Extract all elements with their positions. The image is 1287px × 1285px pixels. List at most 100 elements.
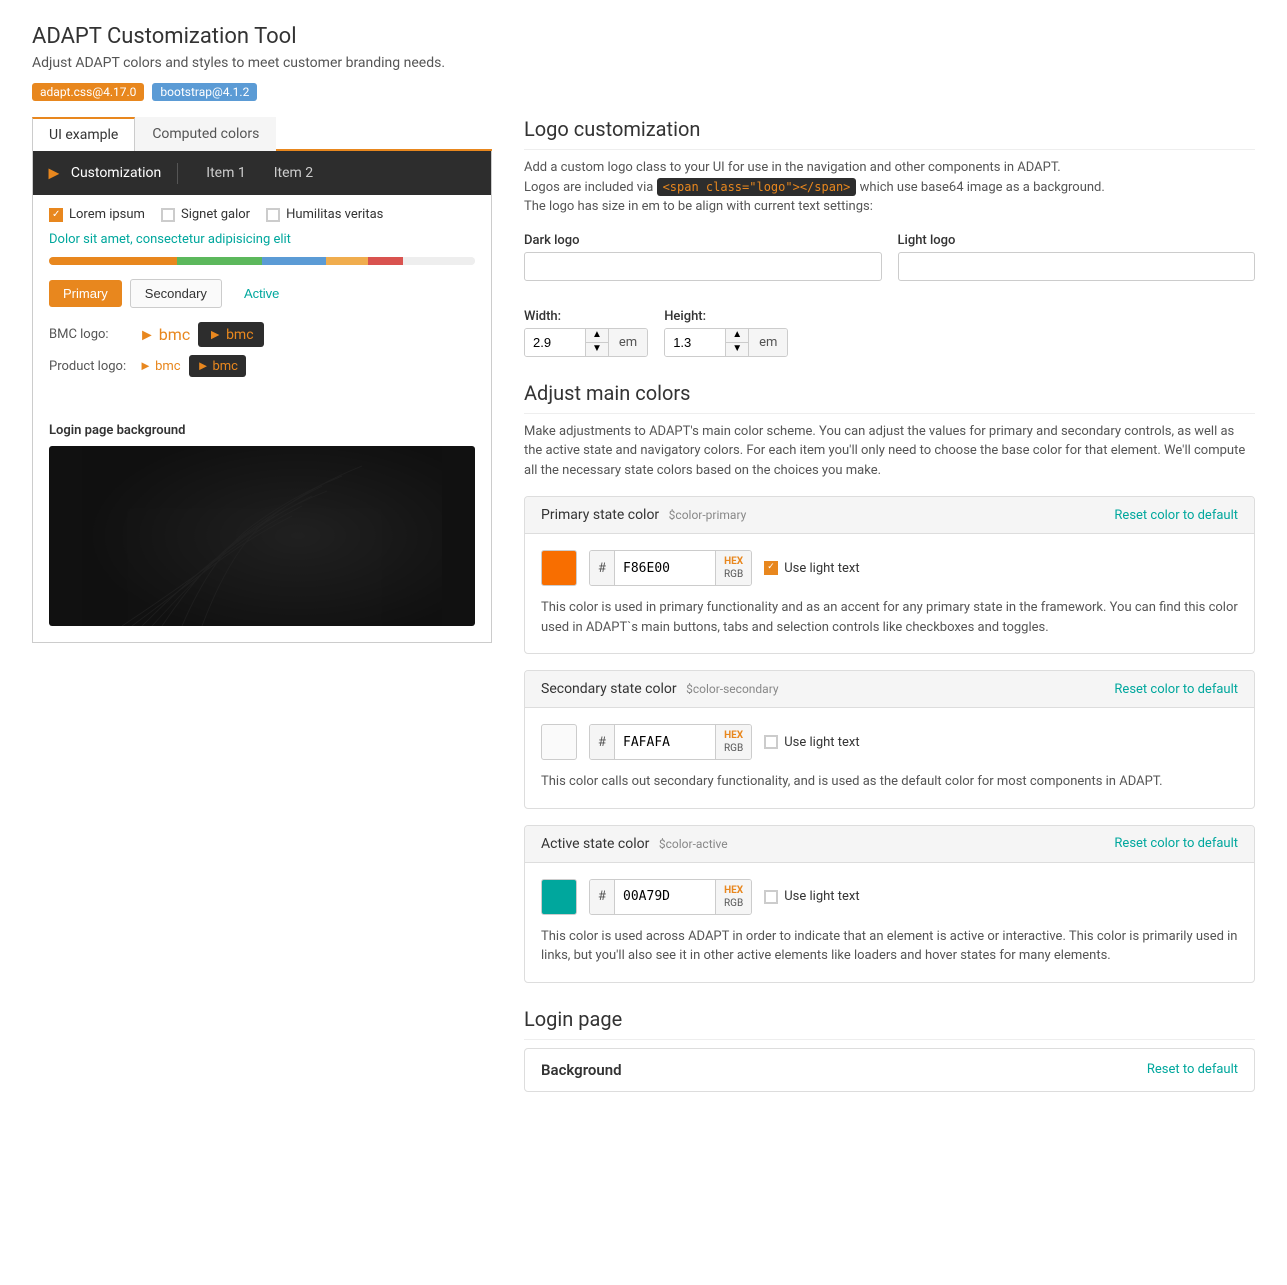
primary-color-var: $color-primary — [669, 508, 747, 522]
primary-hex-rgb-toggle[interactable]: HEX RGB — [715, 551, 751, 585]
primary-reset-link[interactable]: Reset color to default — [1114, 508, 1238, 523]
active-light-text-label: Use light text — [784, 889, 859, 904]
login-bg-label: Login page background — [49, 423, 475, 438]
height-input[interactable] — [665, 329, 725, 356]
active-hex-input[interactable] — [615, 880, 715, 914]
primary-color-body: # HEX RGB Use light text This colo — [525, 534, 1254, 653]
page-title: ADAPT Customization Tool — [32, 24, 1255, 49]
secondary-color-header: Secondary state color $color-secondary R… — [525, 671, 1254, 708]
preview-link[interactable]: Dolor sit amet, consectetur adipisicing … — [49, 232, 475, 247]
pb-seg-yellow — [326, 257, 369, 265]
product-logo-dark-text: bmc — [212, 359, 238, 374]
active-color-picker-row: # HEX RGB Use light text — [541, 879, 1238, 915]
secondary-color-body: # HEX RGB Use light text This colo — [525, 708, 1254, 808]
active-color-body: # HEX RGB Use light text This colo — [525, 863, 1254, 982]
pb-seg-green — [177, 257, 262, 265]
width-unit: em — [608, 329, 647, 356]
preview-body: Lorem ipsum Signet galor Humilitas verit… — [33, 195, 491, 397]
height-down[interactable]: ▼ — [726, 343, 748, 356]
secondary-hex-input[interactable] — [615, 725, 715, 759]
tab-ui-example[interactable]: UI example — [32, 117, 135, 151]
bmc-logo-row: BMC logo: ► bmc ► bmc — [49, 322, 475, 347]
preview-card: ► Customization Item 1 Item 2 Lorem ips — [32, 151, 492, 643]
secondary-use-light-text[interactable]: Use light text — [764, 735, 859, 750]
secondary-color-swatch[interactable] — [541, 724, 577, 760]
primary-hex-label: HEX — [724, 555, 743, 568]
login-bg-section-title: Background — [541, 1061, 622, 1079]
active-color-title-text: Active state color — [541, 836, 649, 852]
nav-item-2[interactable]: Item 2 — [262, 157, 325, 189]
light-logo-input[interactable] — [898, 252, 1256, 281]
primary-light-text-label: Use light text — [784, 561, 859, 576]
product-logo-row: Product logo: ► bmc ► bmc — [49, 355, 475, 377]
light-logo-group: Light logo — [898, 233, 1256, 281]
bmc-logo-label: BMC logo: — [49, 327, 139, 342]
secondary-color-title: Secondary state color $color-secondary — [541, 681, 779, 697]
secondary-hex-label: HEX — [724, 729, 743, 742]
active-hash: # — [590, 880, 615, 914]
width-input[interactable] — [525, 329, 585, 356]
btn-secondary[interactable]: Secondary — [130, 279, 222, 308]
checkbox-3-box[interactable] — [266, 208, 280, 222]
checkbox-1[interactable]: Lorem ipsum — [49, 207, 145, 222]
primary-color-picker-row: # HEX RGB Use light text — [541, 550, 1238, 586]
login-bg-svg — [82, 446, 442, 626]
logo-customization-title: Logo customization — [524, 117, 1255, 150]
height-up[interactable]: ▲ — [726, 329, 748, 343]
nav-item-1[interactable]: Item 1 — [194, 157, 257, 189]
logo-input-grid: Dark logo Light logo — [524, 233, 1255, 293]
primary-hash: # — [590, 551, 615, 585]
btn-primary[interactable]: Primary — [49, 280, 122, 307]
active-color-swatch[interactable] — [541, 879, 577, 915]
primary-color-title: Primary state color $color-primary — [541, 507, 746, 523]
tab-computed-colors[interactable]: Computed colors — [135, 117, 276, 151]
pb-seg-blue — [262, 257, 326, 265]
checkbox-2[interactable]: Signet galor — [161, 207, 250, 222]
primary-rgb-label: RGB — [724, 568, 743, 581]
product-logo-light: ► bmc — [139, 358, 181, 374]
bmc-logo-dark: ► bmc — [198, 322, 263, 347]
width-down[interactable]: ▼ — [586, 343, 608, 356]
secondary-hex-rgb-toggle[interactable]: HEX RGB — [715, 725, 751, 759]
badges: adapt.css@4.17.0 bootstrap@4.1.2 — [32, 83, 1255, 101]
active-use-light-text[interactable]: Use light text — [764, 889, 859, 904]
height-spinners: ▲ ▼ — [725, 329, 748, 356]
product-logo-label: Product logo: — [49, 359, 139, 374]
active-color-section: Active state color $color-active Reset c… — [524, 825, 1255, 983]
product-logo-dark-icon: ► — [197, 358, 210, 374]
logo-desc-3: which use base64 image as a background. — [860, 180, 1105, 195]
secondary-hash: # — [590, 725, 615, 759]
active-reset-link[interactable]: Reset color to default — [1114, 836, 1238, 851]
logo-customization-desc: Add a custom logo class to your UI for u… — [524, 158, 1255, 217]
primary-hex-input[interactable] — [615, 551, 715, 585]
width-up[interactable]: ▲ — [586, 329, 608, 343]
active-hex-rgb-toggle[interactable]: HEX RGB — [715, 880, 751, 914]
secondary-reset-link[interactable]: Reset color to default — [1114, 682, 1238, 697]
height-label: Height: — [664, 309, 788, 324]
checkbox-3[interactable]: Humilitas veritas — [266, 207, 383, 222]
btn-active[interactable]: Active — [230, 280, 293, 307]
primary-color-input-wrap: # HEX RGB — [589, 550, 752, 586]
width-spinners: ▲ ▼ — [585, 329, 608, 356]
dark-logo-label: Dark logo — [524, 233, 882, 248]
secondary-color-section: Secondary state color $color-secondary R… — [524, 670, 1255, 809]
checkbox-1-box[interactable] — [49, 208, 63, 222]
primary-color-desc: This color is used in primary functional… — [541, 598, 1238, 637]
primary-color-swatch[interactable] — [541, 550, 577, 586]
nav-items: Item 1 Item 2 — [194, 157, 325, 189]
primary-light-cb[interactable] — [764, 561, 778, 575]
active-light-cb[interactable] — [764, 890, 778, 904]
secondary-light-cb[interactable] — [764, 735, 778, 749]
width-input-wrap: ▲ ▼ em — [524, 328, 648, 357]
dark-logo-group: Dark logo — [524, 233, 882, 281]
login-bg-reset-link[interactable]: Reset to default — [1147, 1062, 1238, 1077]
primary-use-light-text[interactable]: Use light text — [764, 561, 859, 576]
badge-bootstrap: bootstrap@4.1.2 — [152, 83, 257, 101]
logo-dark-icon: ► — [208, 326, 222, 343]
dark-logo-input[interactable] — [524, 252, 882, 281]
checkbox-2-box[interactable] — [161, 208, 175, 222]
width-group: Width: ▲ ▼ em — [524, 309, 648, 357]
active-color-var: $color-active — [659, 837, 728, 851]
active-rgb-label: RGB — [724, 897, 743, 910]
bmc-logo-light: ► bmc — [139, 325, 190, 345]
